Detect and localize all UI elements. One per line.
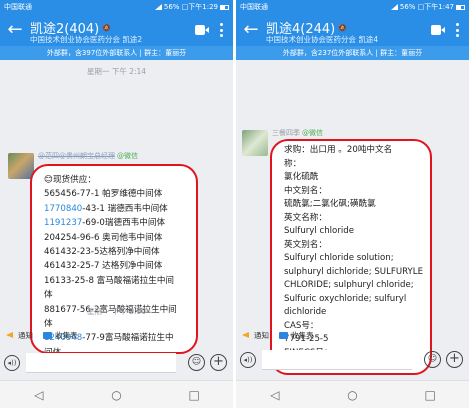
chat-header: ← 凯途4(244) 🔕 中国技术创业协会医药分会 凯途4: [236, 14, 469, 46]
sender-name: 三餐四季 @微信: [272, 129, 323, 137]
message-line: 1191237-69-0瑞德西韦中间体: [44, 218, 166, 229]
composer: ◂)) ☺ +: [0, 351, 233, 377]
message-line: 中文别名：: [284, 185, 327, 196]
status-bar: 中国联通 56% □下午1:47: [236, 0, 469, 14]
video-call-button[interactable]: [431, 25, 445, 35]
mute-icon: 🔕: [102, 23, 111, 32]
message-line: Sulfuric oxychloride; sulfuryl: [284, 293, 407, 304]
message-line: 求购：出口用 。20吨中文名: [284, 145, 393, 155]
back-button[interactable]: ←: [240, 17, 262, 43]
form-icon: [279, 331, 288, 339]
message-line: 16133-25-8 富马酸福诺拉生中间: [44, 275, 175, 286]
status-bar: 中国联通 56% □下午1:29: [0, 0, 233, 14]
avatar[interactable]: [242, 130, 268, 156]
collect-form-action[interactable]: 收集表: [279, 330, 314, 341]
message-line: 氯化硫酰: [284, 172, 319, 182]
carrier-label: 中国联通: [240, 3, 268, 11]
message-line: 体: [44, 290, 53, 301]
message-line: 称：: [284, 158, 302, 169]
message-input[interactable]: [26, 353, 176, 373]
notice-action[interactable]: 通知: [242, 330, 269, 341]
battery-icon: [456, 4, 465, 10]
message-line: sulphuryl dichloride; SULFURYLE: [284, 266, 424, 277]
nav-back-button[interactable]: ◁: [24, 388, 54, 402]
collect-form-action[interactable]: 收集表: [43, 330, 78, 341]
signal-icon: [390, 4, 398, 10]
timestamp: 星期一 下午 2:14: [86, 67, 147, 76]
message-line: Sulfuryl chloride solution;: [284, 253, 394, 263]
composer: ◂)) ☺ +: [236, 348, 469, 374]
nav-back-button[interactable]: ◁: [260, 388, 290, 402]
camera-icon: [431, 25, 441, 35]
message-line: 英文别名：: [284, 239, 327, 250]
phone-link[interactable]: 1191237: [44, 218, 82, 228]
phone-link[interactable]: 1770840: [44, 204, 82, 214]
system-nav-bar: ◁ ○ □: [0, 380, 233, 408]
message-line: 204254-96-6 奥司他韦中间体: [44, 232, 163, 243]
chat-screen-left: 中国联通 56% □下午1:29 ← 凯途2(404) 🔕 中国技术创业协会医药…: [0, 0, 233, 408]
group-subtitle: 中国技术创业协会医药分会 凯途2: [30, 35, 143, 44]
form-icon: [43, 331, 52, 339]
system-nav-bar: ◁ ○ □: [236, 380, 469, 408]
timestamp: 星期一 下午 2:50: [86, 307, 147, 316]
notice-action[interactable]: 通知: [6, 330, 33, 341]
group-info-bar[interactable]: 外部群，含397位外部联系人 | 群主：董丽芬: [0, 46, 233, 60]
message-line: 565456-77-1 帕罗维德中间体: [44, 189, 163, 200]
plus-button[interactable]: +: [446, 351, 463, 368]
quick-actions: 通知 收集表: [242, 328, 314, 342]
battery-icon: [220, 4, 229, 10]
camera-icon: [195, 25, 205, 35]
emoji-button[interactable]: ☺: [188, 354, 205, 371]
message-input[interactable]: [262, 350, 412, 370]
back-button[interactable]: ←: [4, 17, 26, 43]
message-line: Sulfuryl chloride: [284, 226, 354, 236]
nav-home-button[interactable]: ○: [101, 388, 131, 402]
signal-icon: [154, 4, 162, 10]
megaphone-icon: [6, 331, 15, 339]
chat-header: ← 凯途2(404) 🔕 中国技术创业协会医药分会 凯途2: [0, 14, 233, 46]
voice-input-button[interactable]: ◂)): [240, 352, 256, 368]
message-line: 英文名称：: [284, 212, 327, 223]
megaphone-icon: [242, 331, 251, 339]
quick-actions: 通知 收集表: [6, 328, 78, 342]
message-line: 硫酰氯;二氯化砜;磺酰氯: [284, 199, 376, 209]
group-subtitle: 中国技术创业协会医药分会 凯途4: [266, 35, 379, 44]
status-indicators: 56% □下午1:29: [163, 3, 218, 11]
message-line: 461432-25-7 达格列净中间体: [44, 261, 163, 272]
message-bubble[interactable]: 😊现货供应： 565456-77-1 帕罗维德中间体 1770840-43-1 …: [30, 164, 198, 354]
group-info-bar[interactable]: 外部群，含237位外部联系人 | 群主：董丽芬: [236, 46, 469, 60]
emoji-button[interactable]: ☺: [424, 351, 441, 368]
video-call-button[interactable]: [195, 25, 209, 35]
carrier-label: 中国联通: [4, 3, 32, 11]
nav-recents-button[interactable]: □: [415, 388, 445, 402]
message-line: CHLORIDE; sulphuryl chloride;: [284, 280, 414, 290]
screenshot-pair: 中国联通 56% □下午1:29 ← 凯途2(404) 🔕 中国技术创业协会医药…: [0, 0, 469, 408]
mute-icon: 🔕: [338, 23, 347, 32]
nav-home-button[interactable]: ○: [337, 388, 367, 402]
message-line: 😊现货供应：: [44, 175, 96, 185]
voice-input-button[interactable]: ◂)): [4, 355, 20, 371]
more-options-button[interactable]: [215, 20, 227, 40]
plus-button[interactable]: +: [210, 354, 227, 371]
chat-screen-right: 中国联通 56% □下午1:47 ← 凯途4(244) 🔕 中国技术创业协会医药…: [236, 0, 469, 408]
message-line: 461432-23-5达格列净中间体: [44, 247, 160, 258]
status-indicators: 56% □下午1:47: [399, 3, 454, 11]
message-line: 1770840-43-1 瑞德西韦中间体: [44, 203, 168, 214]
more-options-button[interactable]: [451, 20, 463, 40]
nav-recents-button[interactable]: □: [179, 388, 209, 402]
sender-name: @范四@贵州朗宝总经理 @微信: [38, 152, 138, 160]
message-line: dichloride: [284, 307, 327, 317]
